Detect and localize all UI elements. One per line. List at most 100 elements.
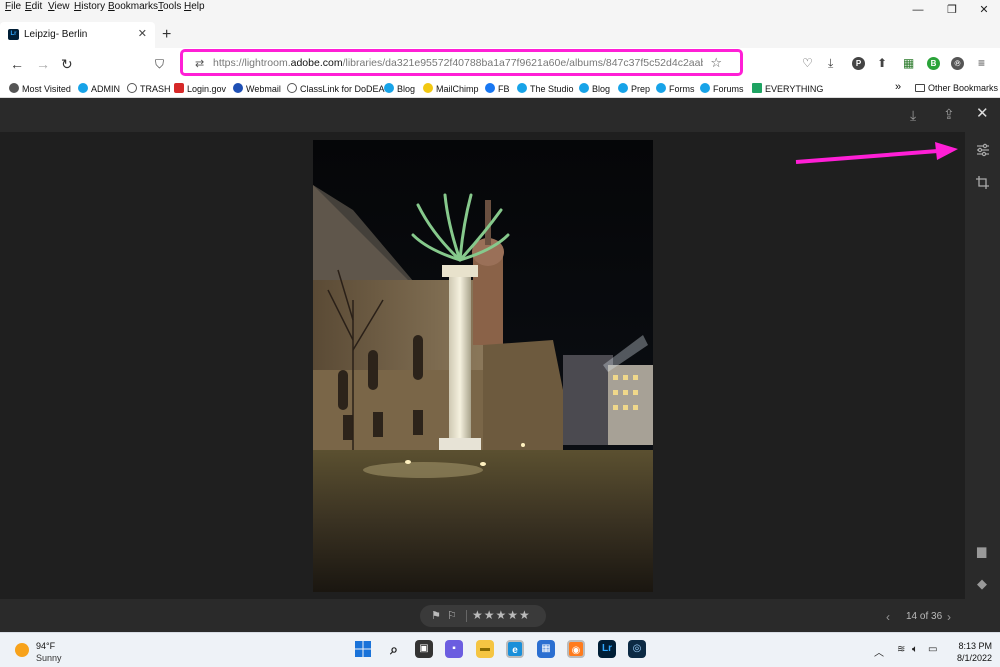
tab-title: Leipzig- Berlin xyxy=(24,29,88,40)
clock-date: 8/1/2022 xyxy=(956,653,992,663)
lightroom-taskbar-icon[interactable]: Lr xyxy=(598,640,616,658)
bookmark-fb[interactable]: FB xyxy=(485,83,510,94)
menu-bar: File Edit View History Bookmarks Tools H… xyxy=(0,0,1000,14)
flower-icon xyxy=(656,83,666,93)
menu-help[interactable]: Help xyxy=(184,1,205,12)
flower-icon xyxy=(384,83,394,93)
bookmark-blog[interactable]: Blog xyxy=(384,83,415,94)
bookmark-admin[interactable]: ADMIN xyxy=(78,83,120,94)
menu-file[interactable]: File xyxy=(5,1,21,12)
windows-taskbar xyxy=(0,632,1000,667)
url-text[interactable]: https://lightroom.adobe.com/libraries/da… xyxy=(213,57,703,69)
crop-rotate-icon[interactable] xyxy=(975,175,991,191)
bookmark-prep[interactable]: Prep xyxy=(618,83,650,94)
rating-flag-pill: ⚑ ⚐ ★★★★★ xyxy=(420,605,546,627)
downloads-icon[interactable]: ⤓ xyxy=(828,56,833,71)
bookmark-forums[interactable]: Forums xyxy=(700,83,744,94)
menu-edit[interactable]: Edit xyxy=(25,1,42,12)
volume-icon[interactable]: 🔈︎ xyxy=(912,644,918,655)
task-view-icon[interactable]: ▣ xyxy=(415,640,433,658)
viewer-top-toolbar xyxy=(0,98,1000,132)
search-icon[interactable]: ⌕ xyxy=(385,640,403,658)
lightroom-favicon-icon: Lr xyxy=(8,29,19,40)
bookmark-blog-2[interactable]: Blog xyxy=(579,83,610,94)
extension-upload-icon[interactable]: ⬆ xyxy=(877,56,887,70)
sun-weather-icon[interactable] xyxy=(15,643,29,657)
bookmark-everything[interactable]: EVERYTHING xyxy=(752,83,823,94)
pocket-icon[interactable]: ♡ xyxy=(802,56,813,70)
wifi-icon[interactable]: ≋ xyxy=(897,644,905,655)
bookmarks-bar: Most Visited ADMIN TRASH Login.gov Webma… xyxy=(0,80,1000,98)
extension-grid-icon[interactable]: ▦ xyxy=(903,56,914,70)
pill-divider xyxy=(466,610,467,622)
bookmark-star-icon[interactable]: ☆ xyxy=(710,55,722,71)
extension-b-icon[interactable]: B xyxy=(927,57,940,70)
reload-icon[interactable]: ↻ xyxy=(61,57,73,71)
menu-tools[interactable]: Tools xyxy=(158,1,181,12)
new-tab-button[interactable]: + xyxy=(162,26,171,44)
shield-icon xyxy=(174,83,184,93)
site-permissions-icon[interactable]: ⇄ xyxy=(195,57,204,70)
webmail-icon xyxy=(233,83,243,93)
close-viewer-icon[interactable]: ✕ xyxy=(976,106,989,121)
clock-time: 8:13 PM xyxy=(958,641,992,651)
share-icon[interactable]: ⇪ xyxy=(943,107,955,121)
bookmark-most-visited[interactable]: Most Visited xyxy=(9,83,71,94)
flower-icon xyxy=(700,83,710,93)
menu-view[interactable]: View xyxy=(48,1,70,12)
menu-bookmarks[interactable]: Bookmarks xyxy=(108,1,158,12)
comment-icon[interactable]: ▆ xyxy=(977,544,986,558)
globe-icon xyxy=(127,83,137,93)
back-arrow-icon[interactable]: ← xyxy=(10,57,24,71)
download-icon[interactable]: ⤓ xyxy=(910,108,916,122)
bookmark-the-studio[interactable]: The Studio xyxy=(517,83,574,94)
facebook-icon xyxy=(485,83,495,93)
tab-close-icon[interactable]: ✕ xyxy=(138,27,147,40)
windows-start-icon[interactable] xyxy=(354,640,372,658)
url-bar[interactable]: ⇄ https://lightroom.adobe.com/libraries/… xyxy=(180,49,743,76)
bookmark-webmail[interactable]: Webmail xyxy=(233,83,281,94)
hamburger-menu-icon[interactable]: ≡ xyxy=(978,56,985,70)
tag-icon[interactable]: ◆ xyxy=(977,577,987,591)
tab-leipzig-berlin[interactable]: Lr Leipzig- Berlin ✕ xyxy=(0,22,155,48)
next-photo-icon[interactable]: › xyxy=(947,610,951,624)
flower-icon xyxy=(78,83,88,93)
system-clock[interactable]: 8:13 PM 8/1/2022 xyxy=(950,640,992,664)
flower-icon xyxy=(517,83,527,93)
bookmark-classlink[interactable]: ClassLink for DoDEA xyxy=(287,83,385,94)
folder-icon xyxy=(915,84,925,92)
photo-counter: 14 of 36 xyxy=(906,611,943,622)
show-hidden-icons-chevron-icon[interactable]: ︿ xyxy=(874,644,884,659)
extension-p-icon[interactable]: P xyxy=(852,57,865,70)
menu-history[interactable]: History xyxy=(74,1,105,12)
photos-app-icon[interactable]: ◎ xyxy=(628,640,646,658)
edit-sliders-icon[interactable] xyxy=(975,142,991,158)
bookmark-mailchimp[interactable]: MailChimp xyxy=(423,83,479,94)
pinterest-icon[interactable]: ℗ xyxy=(951,57,964,70)
bookmark-trash[interactable]: TRASH xyxy=(127,83,171,94)
file-explorer-icon[interactable]: ▬ xyxy=(476,640,494,658)
firefox-icon[interactable]: ◉ xyxy=(567,640,585,658)
battery-icon[interactable]: ▭ xyxy=(928,644,937,655)
tracking-shield-icon[interactable]: ⛉ xyxy=(155,57,164,71)
flower-icon xyxy=(579,83,589,93)
right-tool-panel xyxy=(965,132,1000,599)
weather-condition[interactable]: Sunny xyxy=(36,653,62,663)
bookmark-login-gov[interactable]: Login.gov xyxy=(174,83,226,94)
sheets-icon xyxy=(752,83,762,93)
teams-chat-icon[interactable]: ▪ xyxy=(445,640,463,658)
gear-icon xyxy=(9,83,19,93)
weather-temperature[interactable]: 94°F xyxy=(36,641,55,651)
bookmarks-overflow-icon[interactable]: » xyxy=(895,81,901,93)
forward-arrow-icon[interactable]: → xyxy=(36,57,50,71)
edge-browser-icon[interactable]: e xyxy=(506,640,524,658)
flag-pick-icon[interactable]: ⚑ xyxy=(431,609,441,622)
flower-icon xyxy=(618,83,628,93)
previous-photo-icon[interactable]: ‹ xyxy=(886,610,890,624)
microsoft-store-icon[interactable]: ▦ xyxy=(537,640,555,658)
other-bookmarks[interactable]: Other Bookmarks xyxy=(915,83,998,93)
star-rating[interactable]: ★★★★★ xyxy=(472,608,531,622)
globe-icon xyxy=(287,83,297,93)
flag-reject-icon[interactable]: ⚐ xyxy=(447,609,457,622)
bookmark-forms[interactable]: Forms xyxy=(656,83,695,94)
